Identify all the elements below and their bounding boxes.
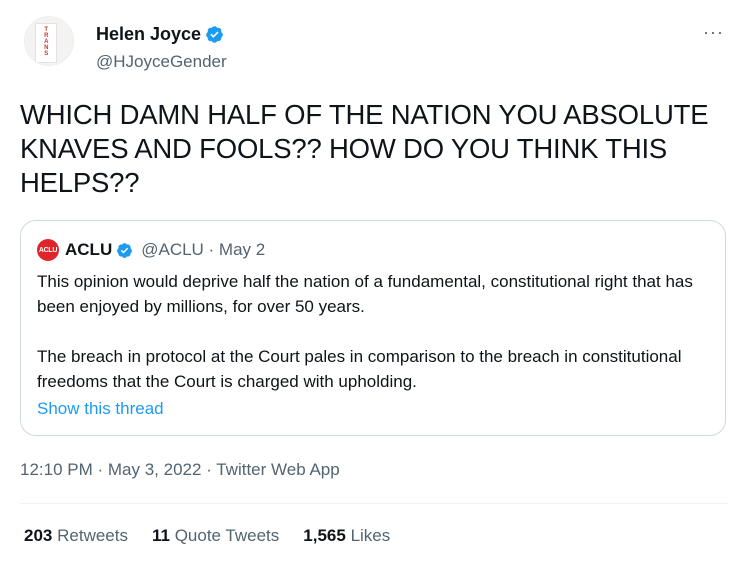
quoted-paragraph-1: This opinion would deprive half the nati… [37,272,693,316]
quoted-paragraph-2: The breach in protocol at the Court pale… [37,347,682,391]
more-options-icon[interactable]: ··· [703,22,724,43]
quoted-tweet-header: ACLU ACLU @ACLU · May 2 [37,239,265,261]
show-thread-link[interactable]: Show this thread [37,399,164,419]
quote-tweets-label: Quote Tweets [174,526,280,545]
likes-count: 1,565 [303,526,346,545]
retweets-stat[interactable]: 203 Retweets [24,526,128,546]
quoted-handle-date: @ACLU · May 2 [141,240,266,259]
author-name[interactable]: Helen Joyce [96,24,201,45]
quoted-author-name: ACLU [65,240,113,259]
quote-tweets-count: 11 [151,526,170,545]
tweet-text: WHICH DAMN HALF OF THE NATION YOU ABSOLU… [20,99,709,198]
book-cover-image: TRANS [35,23,57,63]
quoted-tweet-card[interactable]: ACLU ACLU @ACLU · May 2 This opinion wou… [20,220,726,436]
author-name-row: Helen Joyce [96,24,224,45]
avatar-book-title: TRANS [43,27,50,57]
quote-tweets-stat[interactable]: 11 Quote Tweets [152,526,279,546]
engagement-stats: 203 Retweets 11 Quote Tweets 1,565 Likes [24,526,414,546]
likes-label: Likes [350,526,391,545]
quoted-tweet-body: This opinion would deprive half the nati… [37,269,707,394]
verified-badge-icon [206,26,223,43]
retweets-count: 203 [24,526,53,545]
quoted-author-avatar[interactable]: ACLU [37,239,59,261]
author-handle[interactable]: @HJoyceGender [96,52,227,72]
author-avatar[interactable]: TRANS [24,16,74,66]
retweets-label: Retweets [57,526,128,545]
likes-stat[interactable]: 1,565 Likes [303,526,390,546]
tweet-timestamp-source[interactable]: 12:10 PM · May 3, 2022 · Twitter Web App [20,460,340,480]
quoted-verified-badge-icon [117,242,133,258]
divider-top [20,503,728,504]
